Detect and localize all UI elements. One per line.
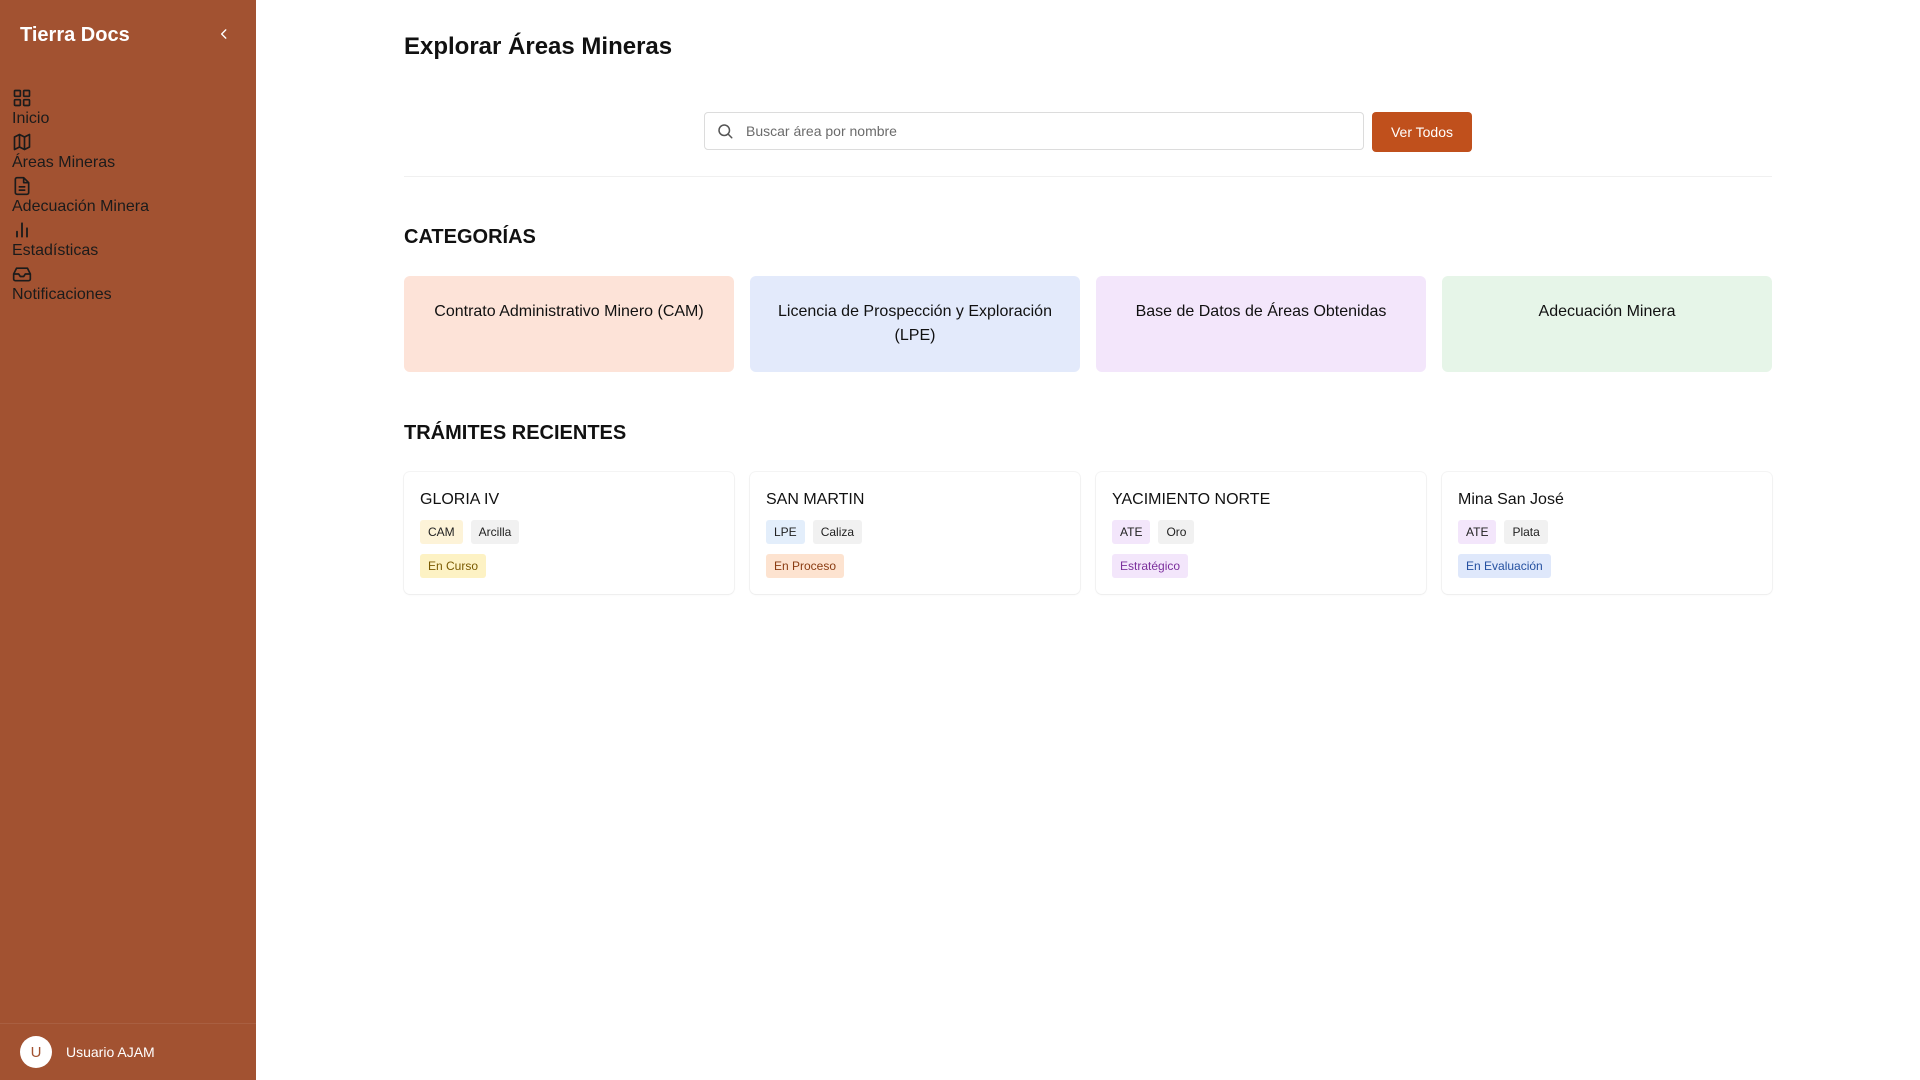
status-badge: En Evaluación bbox=[1458, 554, 1551, 578]
category-card-cam[interactable]: Contrato Administrativo Minero (CAM) bbox=[404, 276, 734, 372]
status-badge: En Curso bbox=[420, 554, 487, 578]
user-profile[interactable]: U Usuario AJAM bbox=[0, 1023, 256, 1080]
recent-title: TRÁMITES RECIENTES bbox=[404, 422, 627, 444]
recent-card-name: Mina San José bbox=[1458, 491, 1564, 508]
mineral-badge: Arcilla bbox=[470, 520, 520, 544]
search-bar: Ver Todos bbox=[404, 110, 1772, 177]
sidebar-item-adecuacion-minera[interactable]: Adecuación Minera bbox=[12, 176, 149, 220]
recent-card-tags: CAM Arcilla bbox=[420, 520, 718, 544]
search-box bbox=[704, 112, 1364, 150]
status-badge: Estratégico bbox=[1112, 554, 1189, 578]
recent-card[interactable]: Mina San José ATE Plata En Evaluación bbox=[1442, 472, 1772, 594]
categories-grid: Contrato Administrativo Minero (CAM) Lic… bbox=[404, 276, 1772, 372]
bar-chart-icon bbox=[16, 222, 28, 238]
recent-card[interactable]: YACIMIENTO NORTE ATE Oro Estratégico bbox=[1096, 472, 1426, 594]
brand-title: Tierra Docs bbox=[20, 24, 130, 46]
sidebar-item-label: Adecuación Minera bbox=[12, 198, 149, 215]
user-name: Usuario AJAM bbox=[66, 1044, 155, 1060]
search-input[interactable] bbox=[744, 122, 1348, 140]
sidebar-item-label: Estadísticas bbox=[12, 242, 99, 259]
avatar: U bbox=[20, 1036, 52, 1068]
mineral-badge: Plata bbox=[1504, 520, 1548, 544]
chevron-left-icon bbox=[220, 29, 227, 39]
sidebar-item-areas-mineras[interactable]: Áreas Mineras bbox=[12, 132, 149, 176]
type-badge: CAM bbox=[420, 520, 463, 544]
collapse-sidebar-button[interactable] bbox=[216, 26, 232, 42]
status-badge: En Proceso bbox=[766, 554, 845, 578]
sidebar: Tierra Docs Inicio Áreas Mineras Adecuac… bbox=[0, 0, 256, 1080]
document-icon bbox=[14, 176, 30, 196]
category-card-adecuacion[interactable]: Adecuación Minera bbox=[1442, 276, 1772, 372]
sidebar-item-label: Inicio bbox=[12, 110, 50, 127]
inbox-icon bbox=[12, 267, 32, 282]
type-badge: ATE bbox=[1458, 520, 1497, 544]
dashboard-icon bbox=[13, 89, 31, 107]
mineral-badge: Caliza bbox=[812, 520, 863, 544]
recent-card-name: YACIMIENTO NORTE bbox=[1112, 491, 1271, 508]
sidebar-item-inicio[interactable]: Inicio bbox=[12, 88, 149, 132]
recent-card[interactable]: SAN MARTIN LPE Caliza En Proceso bbox=[750, 472, 1080, 594]
page-title: Explorar Áreas Mineras bbox=[404, 33, 673, 60]
sidebar-nav: Inicio Áreas Mineras Adecuación Minera E… bbox=[12, 88, 149, 308]
recent-card-name: SAN MARTIN bbox=[766, 491, 865, 508]
categories-title: CATEGORÍAS bbox=[404, 226, 536, 248]
sidebar-item-label: Notificaciones bbox=[12, 286, 112, 303]
sidebar-item-estadisticas[interactable]: Estadísticas bbox=[12, 220, 149, 264]
recent-grid: GLORIA IV CAM Arcilla En Curso SAN MARTI… bbox=[404, 472, 1772, 594]
search-icon bbox=[718, 124, 733, 139]
view-all-button[interactable]: Ver Todos bbox=[1372, 112, 1472, 152]
map-icon bbox=[13, 133, 31, 151]
recent-card-tags: LPE Caliza bbox=[766, 520, 1064, 544]
recent-card-name: GLORIA IV bbox=[420, 491, 500, 508]
recent-card[interactable]: GLORIA IV CAM Arcilla En Curso bbox=[404, 472, 734, 594]
category-card-base-datos[interactable]: Base de Datos de Áreas Obtenidas bbox=[1096, 276, 1426, 372]
type-badge: LPE bbox=[766, 520, 805, 544]
category-card-lpe[interactable]: Licencia de Prospección y Exploración (L… bbox=[750, 276, 1080, 372]
recent-card-tags: ATE Plata bbox=[1458, 520, 1756, 544]
mineral-badge: Oro bbox=[1158, 520, 1195, 544]
recent-card-tags: ATE Oro bbox=[1112, 520, 1410, 544]
sidebar-item-label: Áreas Mineras bbox=[12, 154, 116, 171]
type-badge: ATE bbox=[1112, 520, 1151, 544]
sidebar-item-notificaciones[interactable]: Notificaciones bbox=[12, 264, 149, 308]
